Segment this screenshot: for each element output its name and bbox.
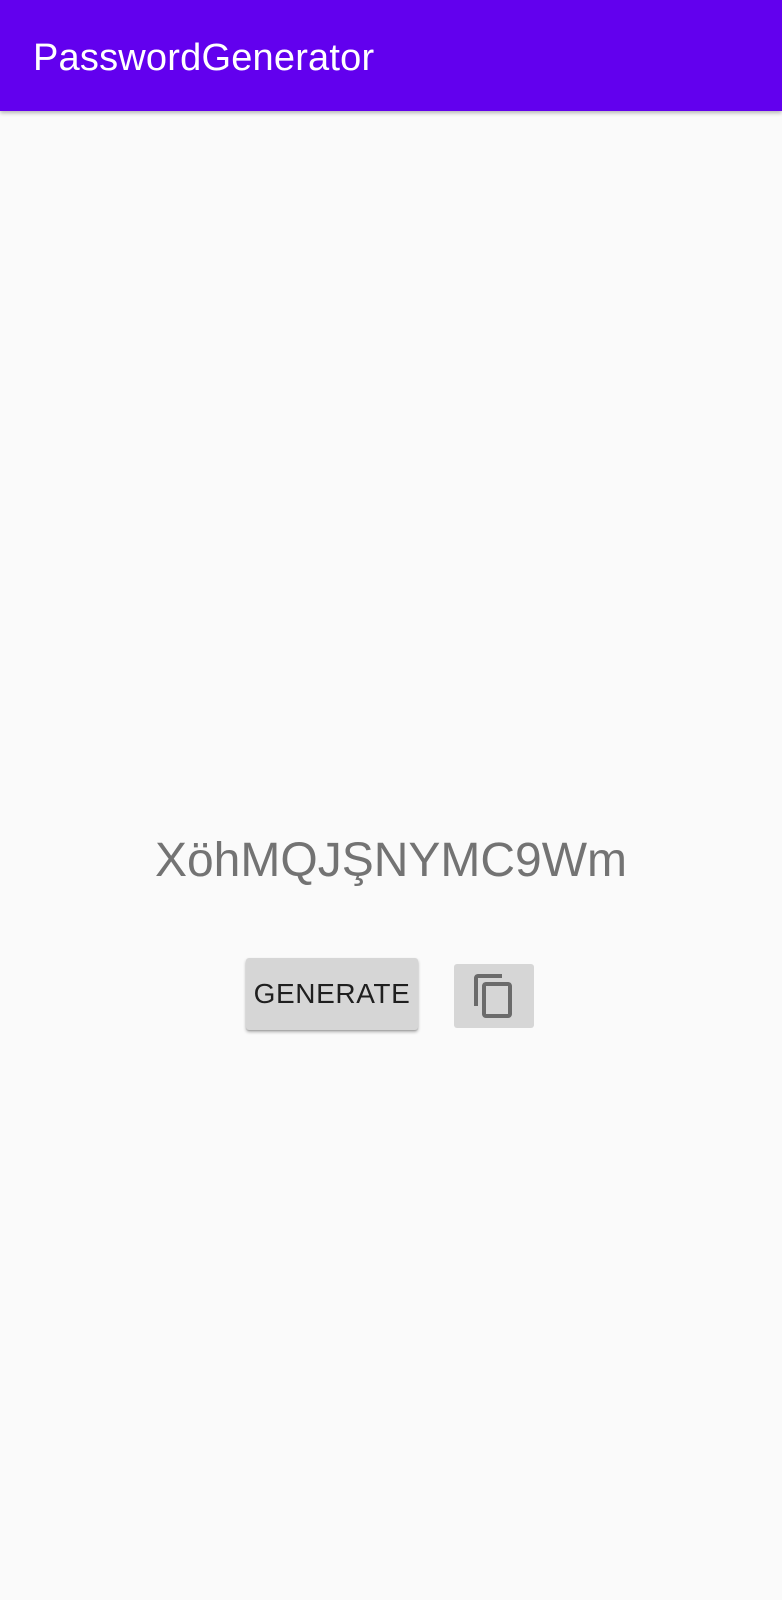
app-screen: PasswordGenerator XöhMQJŞNYMC9Wm GENERAT… xyxy=(0,0,782,1600)
generate-button[interactable]: GENERATE xyxy=(246,958,418,1030)
copy-button[interactable] xyxy=(454,964,534,1028)
app-title: PasswordGenerator xyxy=(33,37,375,79)
app-bar: PasswordGenerator xyxy=(0,0,782,111)
generated-password-text: XöhMQJŞNYMC9Wm xyxy=(154,834,628,887)
generate-button-label: GENERATE xyxy=(253,978,411,1009)
main-content: XöhMQJŞNYMC9Wm GENERATE xyxy=(0,111,782,1600)
content-copy-icon xyxy=(474,974,512,1018)
